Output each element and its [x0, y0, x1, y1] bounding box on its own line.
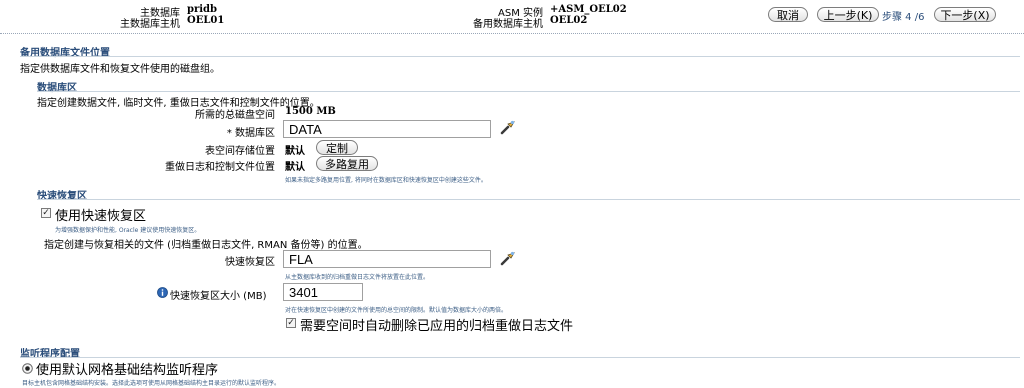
cancel-button[interactable]: 取消 [768, 7, 808, 22]
flashlight-search-icon[interactable] [500, 250, 516, 266]
auto-delete-checkbox[interactable]: ✓ [286, 318, 296, 328]
primary-db-value: pridb [187, 4, 218, 15]
redo-hint: 如果未指定多路复用位置, 将同时在数据库区和快速恢复区中创建这些文件。 [285, 177, 487, 184]
db-area-input[interactable]: DATA [283, 120, 491, 138]
asm-value: +ASM_OEL02 [550, 4, 627, 15]
section-description: 指定供数据库文件和恢复文件使用的磁盘组。 [20, 64, 220, 75]
multiplex-button[interactable]: 多路复用 [316, 156, 378, 171]
fra-description: 指定创建与恢复相关的文件 (归档重做日志文件, RMAN 备份等) 的位置。 [44, 240, 368, 251]
next-button[interactable]: 下一步(X) [934, 7, 996, 22]
required-space-label: 所需的总磁盘空间 [195, 110, 275, 121]
redo-control-value: 默认 [285, 162, 305, 173]
use-default-listener-radio[interactable] [22, 363, 33, 374]
standby-host-value: OEL02 [550, 15, 588, 26]
fra-rule [37, 199, 1020, 200]
customize-button[interactable]: 定制 [316, 140, 358, 155]
use-fra-checkbox[interactable]: ✓ [41, 208, 51, 218]
db-area-label: * 数据库区 [120, 124, 275, 139]
step-indicator: 步骤 4 /6 [882, 12, 925, 23]
info-icon[interactable] [157, 287, 168, 298]
primary-host-value: OEL01 [187, 15, 225, 26]
fra-location-input[interactable]: FLA [283, 250, 491, 268]
header-divider [0, 33, 1024, 34]
fra-size-label: 快速恢复区大小 (MB) [170, 291, 267, 302]
standby-host-label: 备用数据库主机 [473, 19, 543, 30]
primary-host-label: 主数据库主机 [120, 19, 180, 30]
tablespace-label: 表空间存储位置 [205, 146, 275, 157]
listener-rule [20, 357, 1020, 358]
flashlight-search-icon[interactable] [500, 119, 516, 135]
tablespace-value: 默认 [285, 146, 305, 157]
fra-size-hint: 对在快速恢复区中创建的文件所使用的总空间的限制。默认值为数据库大小的两倍。 [285, 307, 508, 314]
required-space-value: 1500 MB [285, 106, 336, 117]
use-fra-hint: 为增强数据保护和性能, Oracle 建议使用快速恢复区。 [55, 227, 201, 234]
back-button[interactable]: 上一步(K) [817, 7, 879, 22]
fra-location-hint: 从主数据库收到的归档重做日志文件将放置在此位置。 [285, 274, 430, 281]
use-default-listener-hint: 目标主机包含网格基础结构安装。选择此选项可使用从网格基础结构主目录运行的默认监听… [22, 380, 281, 387]
use-fra-label: 使用快速恢复区 [55, 208, 147, 223]
db-area-label-text: * 数据库区 [226, 128, 275, 139]
use-default-listener-label: 使用默认网格基础结构监听程序 [36, 362, 219, 377]
section-title-rule [20, 56, 1020, 57]
fra-location-label: 快速恢复区 [225, 257, 275, 268]
fra-size-input[interactable]: 3401 [283, 283, 363, 301]
auto-delete-label: 需要空间时自动删除已应用的归档重做日志文件 [300, 318, 574, 333]
db-area-rule [37, 91, 1020, 92]
redo-control-label: 重做日志和控制文件位置 [165, 162, 275, 173]
